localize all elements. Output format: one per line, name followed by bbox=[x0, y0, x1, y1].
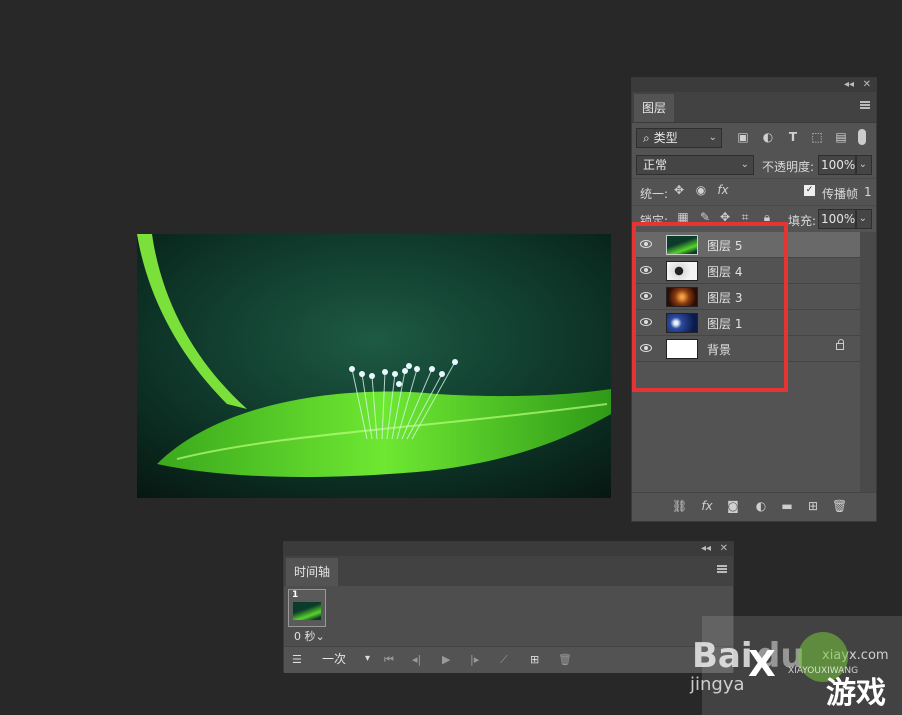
jingyan-text: jingya bbox=[690, 674, 745, 695]
group-folder-icon[interactable]: ▬ bbox=[780, 499, 794, 513]
timeline-panel: ◂◂ ✕ 时间轴 1 0 秒⌄ ☰ 一次 ▾ ⏮ ◂| ▶ |▸ ⟋ ⊞ 🗑︎ bbox=[283, 541, 734, 673]
shape-filter-icon[interactable]: ⬚ bbox=[810, 130, 824, 144]
propagate-label: 传播帧 bbox=[822, 187, 859, 201]
link-layers-icon[interactable]: ⛓ bbox=[672, 499, 687, 513]
propagate-checkbox[interactable]: ✓ bbox=[804, 185, 815, 196]
fill-label: 填充: bbox=[788, 214, 817, 228]
brand-text: 游戏 bbox=[826, 676, 886, 711]
frame-number: 1 bbox=[292, 590, 299, 600]
fill-dropdown[interactable]: ⌄ bbox=[856, 209, 872, 229]
lock-icon bbox=[836, 339, 844, 350]
tab-timeline[interactable]: 时间轴 bbox=[286, 558, 339, 586]
chevron-down-icon: ⌄ bbox=[858, 213, 867, 224]
chevron-down-icon: ⌄ bbox=[740, 159, 749, 170]
animation-frame[interactable]: 1 bbox=[288, 589, 326, 627]
image-filter-icon[interactable]: ▣ bbox=[736, 130, 750, 144]
duplicate-frame-icon[interactable]: ⊞ bbox=[530, 653, 539, 667]
next-frame-icon[interactable]: |▸ bbox=[470, 653, 479, 667]
opacity-label: 不透明度: bbox=[762, 160, 815, 174]
layer-list-scrollbar[interactable] bbox=[860, 232, 876, 494]
chevron-down-icon: ⌄ bbox=[858, 159, 867, 170]
new-layer-icon[interactable]: ⊞ bbox=[806, 499, 820, 513]
blend-mode-select[interactable]: 正常 ⌄ bbox=[636, 155, 754, 175]
propagate-value: 1 bbox=[864, 185, 872, 199]
collapse-icon[interactable]: ◂◂ bbox=[701, 542, 711, 556]
frame-delay[interactable]: 0 秒⌄ bbox=[294, 628, 325, 644]
fill-input[interactable]: 100% bbox=[818, 209, 856, 229]
panel-titlebar[interactable]: ◂◂ ✕ bbox=[632, 78, 876, 92]
close-icon[interactable]: ✕ bbox=[720, 542, 728, 556]
opacity-input[interactable]: 100% bbox=[818, 155, 856, 175]
unify-label: 统一: bbox=[640, 187, 669, 201]
unify-style-icon[interactable]: fx bbox=[716, 183, 730, 197]
frames-area: 1 0 秒⌄ bbox=[284, 586, 733, 646]
loop-select[interactable]: 一次 ▾ bbox=[316, 650, 374, 670]
convert-timeline-icon[interactable]: ☰ bbox=[292, 653, 302, 667]
opacity-dropdown[interactable]: ⌄ bbox=[856, 155, 872, 175]
frame-thumbnail bbox=[293, 602, 321, 620]
type-filter-icon[interactable]: T bbox=[786, 130, 800, 144]
adjustment-layer-icon[interactable]: ◐ bbox=[754, 499, 768, 513]
unify-visibility-icon[interactable]: ◉ bbox=[694, 183, 708, 197]
close-icon[interactable]: ✕ bbox=[863, 78, 871, 92]
delete-layer-icon[interactable]: 🗑︎ bbox=[832, 499, 847, 513]
fx-icon[interactable]: fx bbox=[700, 499, 714, 513]
game-logo-glyph: X bbox=[748, 644, 776, 685]
panel-menu-icon[interactable] bbox=[717, 565, 727, 573]
add-mask-icon[interactable]: ◙ bbox=[726, 499, 740, 513]
first-frame-icon[interactable]: ⏮ bbox=[384, 653, 394, 667]
panel-titlebar[interactable]: ◂◂ ✕ bbox=[284, 542, 733, 556]
filter-kind-select[interactable]: ⌕ 类型 ⌄ bbox=[636, 128, 722, 148]
tween-icon[interactable]: ⟋ bbox=[500, 653, 508, 667]
chevron-down-icon: ⌄ bbox=[708, 132, 717, 143]
tab-layers[interactable]: 图层 bbox=[634, 94, 675, 122]
previous-frame-icon[interactable]: ◂| bbox=[412, 653, 421, 667]
timeline-controls: ☰ 一次 ▾ ⏮ ◂| ▶ |▸ ⟋ ⊞ 🗑︎ bbox=[284, 646, 733, 673]
panel-menu-icon[interactable] bbox=[860, 101, 870, 109]
play-icon[interactable]: ▶ bbox=[442, 653, 450, 667]
baidu-logo-text: Bai bbox=[692, 636, 753, 676]
watermark: Bai du jingya xiayx.com X XIAYOUXIWANG 游… bbox=[690, 616, 902, 715]
smart-object-filter-icon[interactable]: ▤ bbox=[834, 130, 848, 144]
layers-bottom-bar: ⛓ fx ◙ ◐ ▬ ⊞ 🗑︎ bbox=[632, 492, 876, 519]
adjustment-filter-icon[interactable]: ◐ bbox=[761, 130, 775, 144]
collapse-icon[interactable]: ◂◂ bbox=[844, 78, 854, 92]
search-icon: ⌕ bbox=[643, 131, 650, 145]
chevron-down-icon: ▾ bbox=[364, 653, 370, 664]
canvas-image bbox=[137, 234, 611, 498]
unify-position-icon[interactable]: ✥ bbox=[672, 183, 686, 197]
delete-frame-icon[interactable]: 🗑︎ bbox=[558, 653, 572, 667]
highlight-box bbox=[632, 222, 788, 392]
filter-toggle[interactable] bbox=[858, 129, 866, 145]
